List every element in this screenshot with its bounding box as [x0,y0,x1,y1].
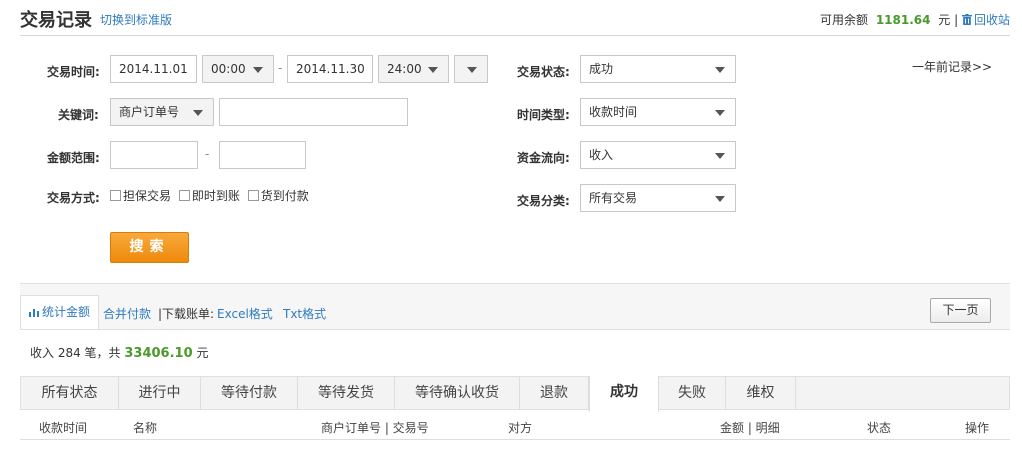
amount-range-label: 金额范围: [47,151,100,165]
balance-area: 可用余额 1181.64 元 | 回收站 [820,11,1010,28]
trash-icon [961,14,972,25]
merge-payment-link[interactable]: 合并付款 [103,305,151,322]
start-time-select[interactable]: 00:00 [202,55,274,83]
trade-method-label: 交易方式: [47,191,100,205]
guarantee-label: 担保交易 [123,189,172,203]
recycle-bin-link[interactable]: 回收站 [961,13,1010,27]
chevron-down-icon [193,110,203,116]
column-header: 对方 [508,421,533,435]
tab-refund[interactable]: 退款 [520,377,589,410]
keyword-label: 关键词: [58,108,99,122]
amount-min-input[interactable] [110,141,198,169]
switch-standard-link[interactable]: 切换到标准版 [100,11,172,28]
txt-format-link[interactable]: Txt格式 [283,305,326,322]
trade-category-value: 所有交易 [589,191,638,205]
tab-awaiting-shipment[interactable]: 等待发货 [298,377,395,410]
table-header: 收款时间 名称 商户订单号 | 交易号 对方 金额 | 明细 状态 操作 [20,410,1010,440]
instant-checkbox[interactable] [178,190,190,201]
trade-category-label: 交易分类: [517,194,570,208]
chevron-down-icon [715,196,725,202]
summary-amount: 33406.10 [124,346,193,361]
chevron-down-icon [715,67,725,73]
fund-flow-value: 收入 [589,148,614,162]
cod-label: 货到付款 [260,189,309,203]
page-header: 交易记录 切换到标准版 可用余额 1181.64 元 | 回收站 [0,0,1022,36]
column-header: 名称 [133,421,158,435]
instant-label: 即时到账 [191,189,240,203]
time-type-select[interactable]: 收款时间 [580,98,736,126]
summary-unit: 元 [196,346,209,360]
trade-method-options: 担保交易 即时到账 货到付款 [110,187,313,204]
time-type-label: 时间类型: [517,108,570,122]
column-header: 商户订单号 | 交易号 [321,421,429,435]
tab-failed[interactable]: 失败 [659,377,726,410]
history-records-link[interactable]: 一年前记录>> [912,58,992,75]
end-time-select[interactable]: 24:00 [378,55,449,83]
trade-status-value: 成功 [589,62,614,76]
amount-max-input[interactable] [219,141,306,169]
time-type-value: 收款时间 [589,105,638,119]
balance-unit: 元 | [938,13,959,27]
tab-success[interactable]: 成功 [589,376,659,412]
bar-chart-icon [29,309,39,317]
start-date-input[interactable]: 2014.11.01 [110,55,197,83]
balance-amount: 1181.64 [875,13,931,27]
trade-status-select[interactable]: 成功 [580,55,736,83]
chevron-down-icon [715,110,725,116]
column-header: 收款时间 [39,421,88,435]
page-title: 交易记录 [20,10,92,31]
chevron-down-icon [715,153,725,159]
keyword-type-value: 商户订单号 [119,105,180,119]
excel-format-link[interactable]: Excel格式 [217,305,273,322]
summary-prefix: 收入 284 笔，共 [30,346,121,360]
summary-bar: 收入 284 笔，共 33406.10 元 [20,329,1010,373]
chevron-down-icon [253,67,263,73]
tab-all-status[interactable]: 所有状态 [21,377,119,410]
date-range-dash: - [278,61,283,75]
stats-amount-label: 统计金额 [42,305,91,319]
end-time-value: 24:00 [387,62,422,76]
balance-label: 可用余额 [819,13,868,27]
recycle-bin-label: 回收站 [973,13,1010,27]
stats-amount-tab[interactable]: 统计金额 [20,295,99,329]
keyword-input[interactable] [219,98,408,126]
start-time-value: 00:00 [211,62,246,76]
chevron-down-icon [428,67,438,73]
guarantee-checkbox[interactable] [110,190,121,201]
date-preset-dropdown[interactable] [454,55,488,83]
column-header: 金额 | 明细 [720,421,780,435]
tab-awaiting-receipt[interactable]: 等待确认收货 [395,377,520,410]
trade-time-label: 交易时间: [47,65,100,79]
chevron-down-icon [467,67,477,73]
header-divider [20,35,1010,36]
next-page-button[interactable]: 下一页 [930,298,991,323]
cod-checkbox[interactable] [247,190,259,201]
keyword-type-select[interactable]: 商户订单号 [110,98,214,126]
tab-in-progress[interactable]: 进行中 [119,377,201,410]
tab-awaiting-payment[interactable]: 等待付款 [201,377,298,410]
download-bill-label: |下载账单: [158,307,215,321]
search-button[interactable]: 搜索 [110,232,189,263]
column-header: 状态 [867,421,892,435]
fund-flow-select[interactable]: 收入 [580,141,736,169]
tab-dispute[interactable]: 维权 [726,377,796,410]
status-tab-bar: 所有状态 进行中 等待付款 等待发货 等待确认收货 退款 成功 失败 维权 [20,376,1010,412]
column-header: 操作 [965,421,990,435]
trade-category-select[interactable]: 所有交易 [580,184,736,212]
amount-range-dash: - [205,147,210,161]
trade-status-label: 交易状态: [517,65,570,79]
fund-flow-label: 资金流向: [517,151,570,165]
end-date-input[interactable]: 2014.11.30 [287,55,373,83]
